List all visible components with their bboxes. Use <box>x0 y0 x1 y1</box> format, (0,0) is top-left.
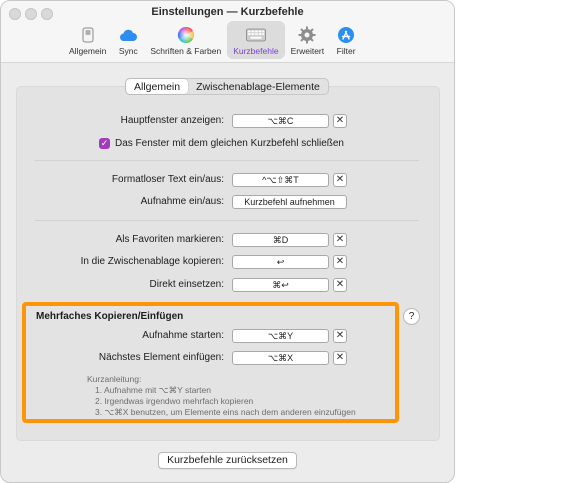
cloud-icon <box>118 26 138 44</box>
toolbar-label: Sync <box>118 46 138 56</box>
reset-shortcuts-button[interactable]: Kurzbefehle zurücksetzen <box>158 452 297 469</box>
paste-next-shortcut-field[interactable]: ⌥⌘X <box>232 351 329 365</box>
start-recording-shortcut-field[interactable]: ⌥⌘Y <box>232 329 329 343</box>
close-same-shortcut-option[interactable]: ✓ Das Fenster mit dem gleichen Kurzbefeh… <box>99 136 344 150</box>
toolbar-label: Schriften & Farben <box>150 46 222 56</box>
copy-label: In die Zwischenablage kopieren: <box>80 256 224 267</box>
quick-guide-step: 2. Irgendwas irgendwo mehrfach kopieren <box>95 396 254 406</box>
copy-clear-button[interactable]: ✕ <box>333 255 347 269</box>
toolbar-label: Kurzbefehle <box>233 46 279 56</box>
paste-next-label: Nächstes Element einfügen: <box>98 352 224 363</box>
tab-general[interactable]: Allgemein <box>126 79 189 94</box>
toolbar-label: Allgemein <box>69 46 107 56</box>
switch-icon <box>78 26 98 44</box>
toolbar-label: Filter <box>336 46 356 56</box>
quick-guide-step: 1. Aufnahme mit ⌥⌘Y starten <box>95 385 211 395</box>
toolbar-item-filter[interactable]: Filter <box>330 21 362 59</box>
tab-clipboard-items[interactable]: Zwischenablage-Elemente <box>188 79 328 94</box>
favorite-shortcut-field[interactable]: ⌘D <box>232 233 329 247</box>
plaintext-label: Formatloser Text ein/aus: <box>111 174 224 185</box>
toolbar-item-shortcuts[interactable]: Kurzbefehle <box>227 21 285 59</box>
main-window-shortcut-field[interactable]: ⌥⌘C <box>232 114 329 128</box>
toolbar-item-sync[interactable]: Sync <box>112 21 144 59</box>
quick-guide-step: 3. ⌥⌘X benutzen, um Elemente eins nach d… <box>95 407 356 417</box>
keyboard-icon <box>245 26 266 44</box>
divider <box>35 220 419 221</box>
gear-icon <box>297 26 317 44</box>
main-window-label: Hauptfenster anzeigen: <box>120 115 224 126</box>
preferences-window: Einstellungen — Kurzbefehle Allgemein Sy… <box>0 0 455 483</box>
main-window-clear-button[interactable]: ✕ <box>333 114 347 128</box>
record-shortcut-button[interactable]: Kurzbefehl aufnehmen <box>232 195 347 209</box>
plaintext-clear-button[interactable]: ✕ <box>333 173 347 187</box>
copy-shortcut-field[interactable]: ↩ <box>232 255 329 269</box>
tab-control: Allgemein Zwischenablage-Elemente <box>125 78 329 95</box>
paste-label: Direkt einsetzen: <box>149 279 224 290</box>
title-bar: Einstellungen — Kurzbefehle Allgemein Sy… <box>1 1 454 63</box>
divider <box>35 160 419 161</box>
start-recording-clear-button[interactable]: ✕ <box>333 329 347 343</box>
color-wheel-icon <box>176 26 196 44</box>
toolbar-item-advanced[interactable]: Erweitert <box>285 21 331 59</box>
paste-next-clear-button[interactable]: ✕ <box>333 351 347 365</box>
window-title: Einstellungen — Kurzbefehle <box>151 6 304 18</box>
multi-copy-title: Mehrfaches Kopieren/Einfügen <box>36 311 184 322</box>
toolbar-label: Erweitert <box>290 46 325 56</box>
checkbox-checked[interactable]: ✓ <box>99 137 110 149</box>
quick-guide-title: Kurzanleitung: <box>87 374 142 384</box>
favorite-clear-button[interactable]: ✕ <box>333 233 347 247</box>
toolbar-item-fonts-colors[interactable]: Schriften & Farben <box>144 21 227 59</box>
preferences-toolbar: Allgemein Sync Schriften & Farben Kurzbe… <box>63 21 362 61</box>
paste-shortcut-field[interactable]: ⌘↩ <box>232 278 329 292</box>
app-store-icon <box>336 26 356 44</box>
favorite-label: Als Favoriten markieren: <box>115 234 224 245</box>
help-button[interactable]: ? <box>403 308 420 325</box>
toolbar-item-general[interactable]: Allgemein <box>63 21 112 59</box>
paste-clear-button[interactable]: ✕ <box>333 278 347 292</box>
plaintext-shortcut-field[interactable]: ^⌥⇧⌘T <box>232 173 329 187</box>
close-same-shortcut-label: Das Fenster mit dem gleichen Kurzbefehl … <box>115 137 344 149</box>
recording-label: Aufnahme ein/aus: <box>140 196 224 207</box>
quick-guide: Kurzanleitung: 1. Aufnahme mit ⌥⌘Y start… <box>87 374 356 418</box>
start-recording-label: Aufnahme starten: <box>142 330 224 341</box>
